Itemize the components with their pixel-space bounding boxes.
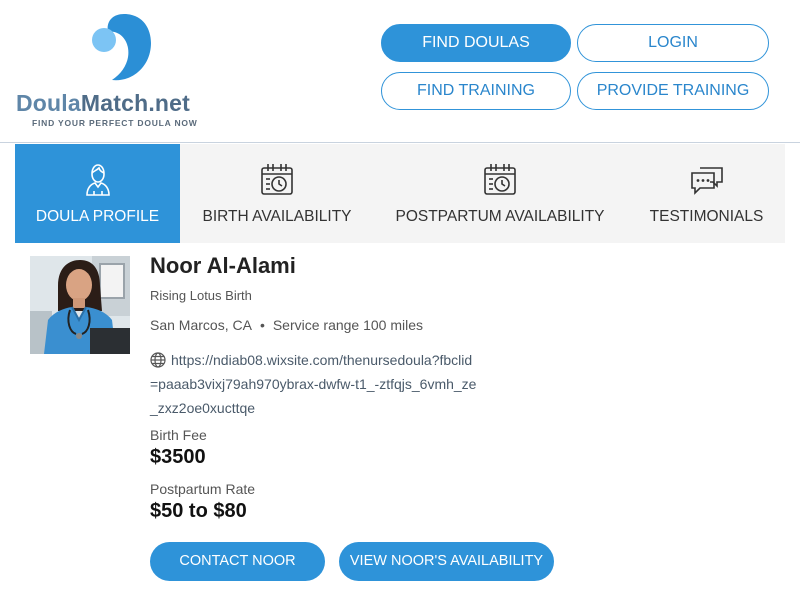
doula-name: Noor Al-Alami bbox=[150, 253, 296, 278]
tab-label: BIRTH AVAILABILITY bbox=[202, 208, 352, 225]
view-availability-button[interactable]: VIEW NOOR'S AVAILABILITY bbox=[339, 542, 554, 581]
calendar-clock-icon bbox=[484, 164, 516, 195]
location-row: San Marcos, CA • Service range 100 miles bbox=[150, 317, 423, 333]
find-training-button[interactable]: FIND TRAINING bbox=[381, 72, 571, 110]
birth-fee-label: Birth Fee bbox=[150, 427, 207, 443]
business-name: Rising Lotus Birth bbox=[150, 288, 252, 303]
birth-fee-value: $3500 bbox=[150, 446, 206, 468]
provide-training-button[interactable]: PROVIDE TRAINING bbox=[577, 72, 769, 110]
location-text: San Marcos, CA bbox=[150, 317, 252, 333]
postpartum-rate-value: $50 to $80 bbox=[150, 500, 247, 522]
logo-wordmark: DoulaMatch.net bbox=[16, 90, 191, 116]
tab-testimonials[interactable]: TESTIMONIALS bbox=[640, 144, 773, 243]
site-logo[interactable]: DoulaMatch.net FIND YOUR PERFECT DOULA N… bbox=[14, 10, 224, 135]
logo-tagline: FIND YOUR PERFECT DOULA NOW bbox=[32, 118, 198, 128]
profile-tabs: DOULA PROFILE BIRTH AVAILABILITY POSTPAR… bbox=[15, 144, 785, 243]
site-header: DoulaMatch.net FIND YOUR PERFECT DOULA N… bbox=[0, 0, 800, 143]
separator-dot: • bbox=[259, 317, 265, 333]
service-range-text: Service range 100 miles bbox=[272, 317, 424, 333]
find-doulas-button[interactable]: FIND DOULAS bbox=[381, 24, 571, 62]
person-icon bbox=[85, 164, 110, 196]
doula-photo bbox=[30, 256, 130, 354]
tab-label: TESTIMONIALS bbox=[649, 208, 764, 225]
calendar-clock-icon bbox=[261, 164, 293, 195]
chat-bubbles-icon bbox=[690, 167, 723, 195]
tab-birth-availability[interactable]: BIRTH AVAILABILITY bbox=[190, 144, 364, 243]
logo-mark-icon bbox=[92, 14, 151, 81]
tab-label: DOULA PROFILE bbox=[35, 208, 160, 225]
tab-label: POSTPARTUM AVAILABILITY bbox=[395, 208, 605, 225]
login-button[interactable]: LOGIN bbox=[577, 24, 769, 62]
tab-postpartum-availability[interactable]: POSTPARTUM AVAILABILITY bbox=[390, 144, 610, 243]
contact-button[interactable]: CONTACT NOOR bbox=[150, 542, 325, 581]
tab-doula-profile[interactable]: DOULA PROFILE bbox=[15, 144, 180, 243]
website-link[interactable]: https://ndiab08.wixsite.com/thenursedoul… bbox=[150, 348, 480, 420]
postpartum-rate-label: Postpartum Rate bbox=[150, 481, 256, 497]
